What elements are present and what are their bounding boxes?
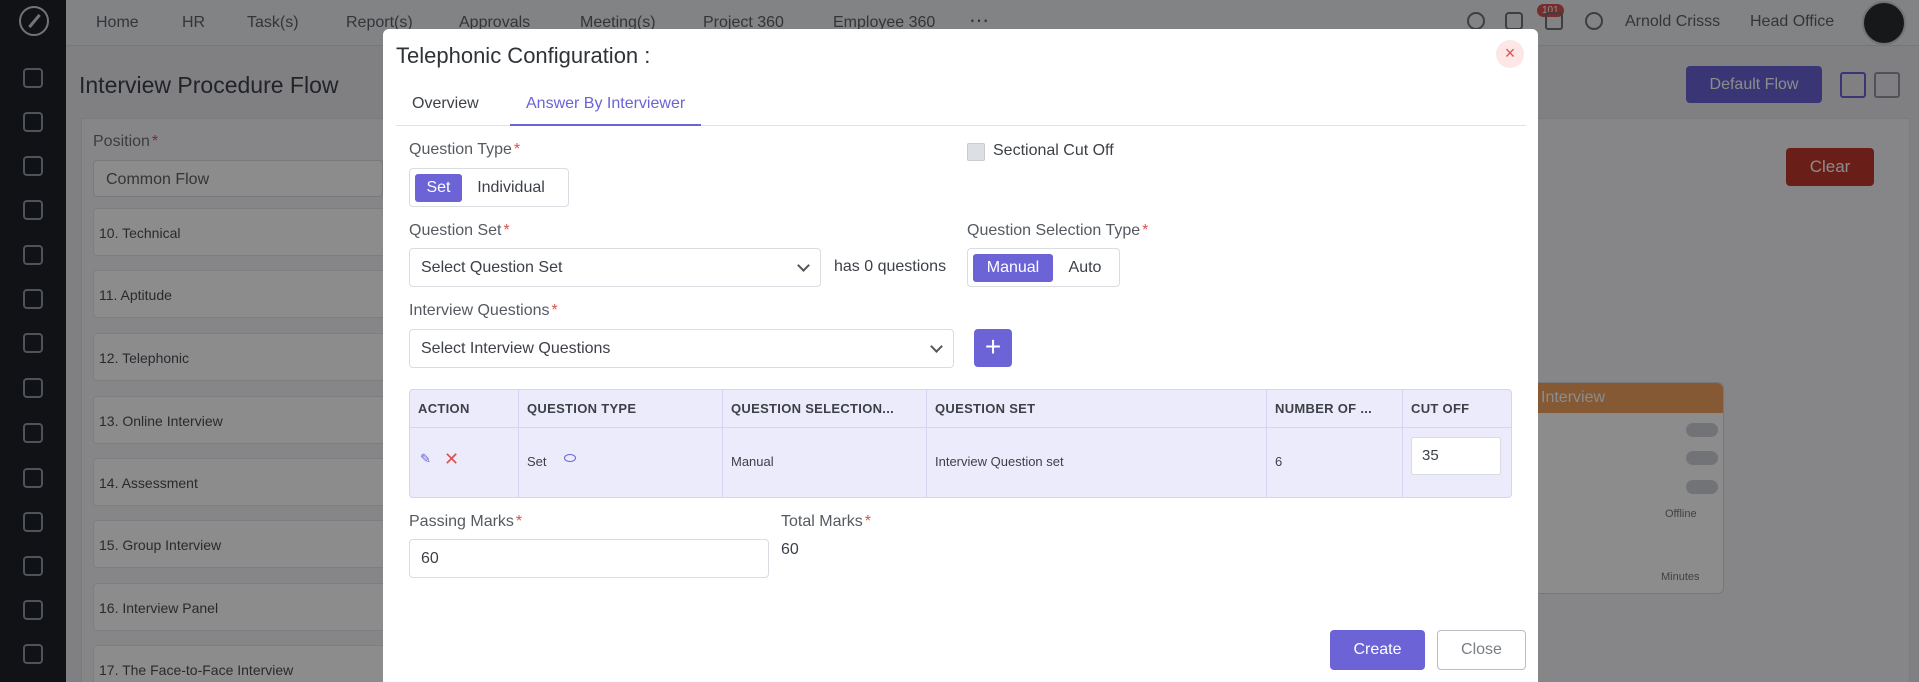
- interview-questions-label: Interview Questions *: [409, 302, 558, 319]
- eye-icon[interactable]: [564, 454, 576, 462]
- passing-marks-input[interactable]: 60: [409, 539, 769, 578]
- sectional-cut-off-label: Sectional Cut Off: [993, 142, 1114, 159]
- question-type-label: Question Type *: [409, 141, 521, 158]
- chevron-down-icon: [930, 340, 943, 353]
- interview-questions-placeholder: Select Interview Questions: [421, 340, 611, 357]
- question-type-individual[interactable]: Individual: [466, 174, 556, 202]
- table-cell-question-set: Interview Question set: [927, 428, 1267, 497]
- total-marks-value: 60: [781, 541, 799, 558]
- cut-off-input[interactable]: 35: [1411, 437, 1501, 475]
- interview-questions-select[interactable]: Select Interview Questions: [409, 329, 954, 368]
- modal-title: Telephonic Configuration :: [396, 43, 651, 68]
- selection-type-label: Question Selection Type *: [967, 222, 1149, 239]
- table-cell-selection: Manual: [723, 428, 927, 497]
- close-icon[interactable]: ×: [1496, 40, 1524, 68]
- passing-marks-label: Passing Marks *: [409, 513, 523, 530]
- table-row-actions: ✎ ✕: [410, 428, 519, 497]
- close-button[interactable]: Close: [1437, 630, 1526, 670]
- questions-table: ACTION QUESTION TYPE QUESTION SELECTION.…: [409, 389, 1512, 498]
- pencil-icon[interactable]: ✎: [420, 452, 431, 465]
- table-cell-number: 6: [1267, 428, 1403, 497]
- add-question-button[interactable]: +: [974, 329, 1012, 367]
- tab-bar: Overview Answer By Interviewer: [396, 89, 1526, 126]
- sectional-cut-off-checkbox[interactable]: [967, 143, 985, 161]
- selection-type-auto[interactable]: Auto: [1056, 254, 1114, 282]
- table-header: ACTION: [410, 390, 519, 428]
- question-set-placeholder: Select Question Set: [421, 259, 563, 276]
- tab-answer-by-interviewer[interactable]: Answer By Interviewer: [510, 89, 702, 126]
- selection-type-manual[interactable]: Manual: [973, 254, 1053, 282]
- question-set-label: Question Set *: [409, 222, 510, 239]
- create-button[interactable]: Create: [1330, 630, 1425, 670]
- chevron-down-icon: [797, 259, 810, 272]
- question-type-toggle: Set Individual: [409, 168, 569, 207]
- table-header: QUESTION SET: [927, 390, 1267, 428]
- question-type-value: Set: [527, 454, 547, 469]
- question-count-text: has 0 questions: [834, 258, 947, 275]
- table-header: CUT OFF: [1403, 390, 1511, 428]
- table-header: QUESTION TYPE: [519, 390, 723, 428]
- table-header: NUMBER OF ...: [1267, 390, 1403, 428]
- table-cell-question-type: Set: [519, 428, 723, 497]
- telephonic-config-modal: Telephonic Configuration : × Overview An…: [383, 29, 1538, 682]
- total-marks-label: Total Marks *: [781, 513, 872, 530]
- table-cell-cut-off: 35: [1403, 428, 1511, 497]
- tab-overview[interactable]: Overview: [396, 89, 495, 126]
- selection-type-toggle: Manual Auto: [967, 248, 1120, 287]
- table-header: QUESTION SELECTION...: [723, 390, 927, 428]
- question-set-select[interactable]: Select Question Set: [409, 248, 821, 287]
- close-icon[interactable]: ✕: [444, 450, 459, 468]
- question-type-set[interactable]: Set: [415, 174, 462, 202]
